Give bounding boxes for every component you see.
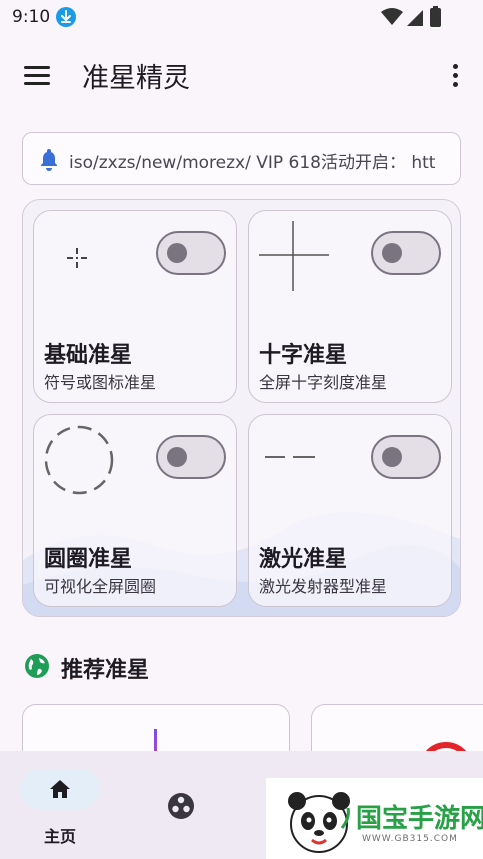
app-bar: 准星精灵: [0, 44, 483, 108]
status-bar: 9:10: [0, 0, 483, 36]
watermark-url: WWW.GB315.COM: [362, 834, 458, 844]
game-icon: [168, 793, 194, 819]
watermark-brand: 国宝手游网: [356, 804, 483, 834]
recommend-title: 推荐准星: [61, 658, 150, 683]
dashed-circle-icon: [44, 425, 114, 495]
crosshair-icon: [259, 221, 329, 291]
watermark: 国宝手游网 WWW.GB315.COM: [266, 778, 483, 859]
card-subtitle: 全屏十字刻度准星: [259, 373, 388, 392]
signal-battery-icons: [381, 6, 441, 27]
nav-home-label: 主页: [43, 827, 76, 846]
card-title: 十字准星: [259, 343, 348, 368]
nav-home[interactable]: 主页: [0, 751, 120, 859]
menu-icon[interactable]: [24, 66, 50, 86]
globe-icon: [25, 654, 49, 678]
card-subtitle: 可视化全屏圆圈: [44, 577, 157, 596]
dot-cross-icon: [67, 248, 87, 268]
card-title: 激光准星: [259, 547, 348, 572]
card-subtitle: 激光发射器型准星: [259, 577, 388, 596]
status-time: 9:10: [12, 7, 51, 27]
download-icon: [56, 7, 76, 27]
card-laser-crosshair[interactable]: 激光准星 激光发射器型准星: [248, 414, 452, 607]
home-icon: [50, 780, 70, 798]
app-title: 准星精灵: [82, 63, 190, 94]
card-basic-crosshair[interactable]: 基础准星 符号或图标准星: [33, 210, 237, 403]
laser-crosshair-toggle[interactable]: [371, 435, 441, 479]
panda-logo-icon: [288, 792, 350, 853]
bell-icon: [41, 149, 57, 171]
card-subtitle: 符号或图标准星: [44, 373, 157, 392]
card-title: 圆圈准星: [44, 547, 133, 572]
notice-text: iso/zxzs/new/morezx/ VIP 618活动开启： htt: [69, 153, 436, 173]
more-options-icon[interactable]: [449, 62, 461, 90]
nav-game[interactable]: [120, 751, 240, 859]
card-circle-crosshair[interactable]: 圆圈准星 可视化全屏圆圈: [33, 414, 237, 607]
cross-crosshair-toggle[interactable]: [371, 231, 441, 275]
circle-crosshair-toggle[interactable]: [156, 435, 226, 479]
dashed-line-icon: [265, 456, 315, 458]
crosshair-panel: 基础准星 符号或图标准星 十字准星 全屏十字刻度准星 圆圈准星 可视化全屏圆圈 …: [22, 199, 461, 617]
card-title: 基础准星: [44, 343, 133, 368]
basic-crosshair-toggle[interactable]: [156, 231, 226, 275]
card-cross-crosshair[interactable]: 十字准星 全屏十字刻度准星: [248, 210, 452, 403]
notice-banner[interactable]: iso/zxzs/new/morezx/ VIP 618活动开启： htt: [22, 132, 461, 185]
